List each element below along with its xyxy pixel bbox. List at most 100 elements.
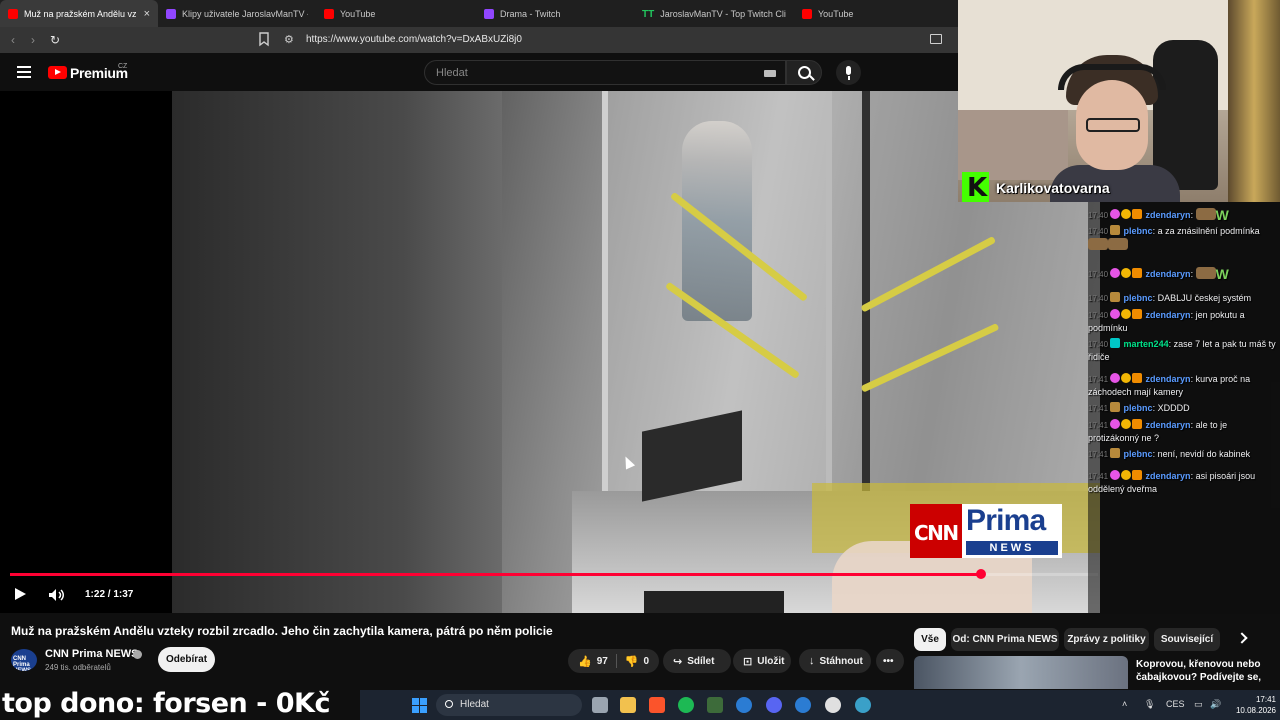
tab-label: YouTube [340,8,376,19]
chat-time: 17:40 [1088,340,1109,349]
emote-icon [1195,267,1216,279]
taskbar-search-placeholder: Hledat [460,699,489,710]
clock-date: 10.08.2026 [1235,706,1276,715]
chat-username[interactable]: marten244 [1124,339,1169,349]
reload-icon[interactable]: ↻ [45,33,65,47]
progress-fill [10,573,982,576]
channel-avatar[interactable]: CNN Prima NEWS [11,649,37,671]
chat-username[interactable]: zdendaryn [1146,269,1191,279]
progress-scrubber[interactable] [976,569,987,579]
chip-related[interactable]: Související [1154,628,1220,651]
task-view-icon[interactable] [592,697,608,713]
network-icon[interactable]: ▭ [1194,699,1203,710]
sub-badge-icon [1110,309,1121,319]
chat-time: 17:41 [1088,421,1109,430]
stream-chat: 17:40 zdendaryn: W 17:40 plebnc: a za zn… [1088,202,1280,614]
frame-dashboard [644,591,784,613]
chat-text: a za znásilnění podmínka [1157,226,1260,236]
tab-twitch-clips[interactable]: Klipy uživatele JaroslavManTV - Twit [158,0,316,27]
sub-badge-icon [1110,470,1121,480]
menu-icon[interactable] [17,66,31,78]
search-button[interactable] [786,60,822,85]
app-icon[interactable] [825,697,841,713]
volume-tray-icon[interactable]: 🔊 [1210,699,1221,710]
chat-username[interactable]: zdendaryn [1146,210,1191,220]
frame-curtain [172,91,502,613]
brave-browser-icon[interactable] [649,697,665,713]
chip-politics-news[interactable]: Zprávy z politiky [1064,628,1149,651]
more-actions-button[interactable]: ••• [876,649,904,673]
tab-youtube[interactable]: YouTube [316,0,476,27]
chat-username[interactable]: plebnc [1124,293,1153,303]
chat-username[interactable]: zdendaryn [1146,374,1191,384]
chat-time: 17:40 [1088,311,1109,320]
site-settings-icon[interactable]: ⚙ [284,33,294,46]
thumbs-down-icon[interactable]: 👎 [625,655,639,668]
microphone-icon[interactable] [836,60,861,85]
windows-start-icon[interactable] [412,698,427,713]
subscribe-button[interactable]: Odebírat [158,647,215,672]
tab-label: YouTube [818,8,854,19]
like-count[interactable]: 97 [597,656,608,667]
progress-bar[interactable] [10,569,1098,579]
app-icon[interactable] [707,697,723,713]
download-button[interactable]: ↓ Stáhnout [799,649,871,673]
sub-badge-icon [1110,419,1121,429]
chat-username[interactable]: zdendaryn [1146,310,1191,320]
input-language[interactable]: CES [1166,699,1185,709]
search-input[interactable]: Hledat [424,60,786,85]
emote-w: W [1215,266,1229,282]
chat-username[interactable]: zdendaryn [1146,420,1191,430]
back-icon[interactable]: ‹ [3,33,23,47]
save-label: Uložit [757,655,785,667]
keyboard-icon[interactable] [764,70,776,77]
tray-microphone-icon[interactable]: 🎙 [1144,699,1155,710]
channel-name[interactable]: CNN Prima NEWS [45,648,139,660]
taskbar-search[interactable]: Hledat [436,694,582,716]
chat-message: 17:41 zdendaryn: asi pisoári jsou odděle… [1088,470,1256,494]
app-icon[interactable] [855,697,871,713]
youtube-favicon-icon [802,8,812,19]
save-button[interactable]: ⊡ Uložit [733,649,791,673]
spotify-icon[interactable] [678,697,694,713]
share-button[interactable]: ↪ Sdílet [663,649,731,673]
thumbs-up-icon[interactable]: 👍 [578,655,592,668]
file-explorer-icon[interactable] [620,697,636,713]
video-player[interactable]: CNN Prima NEWS 1:22 / 1:37 [0,91,1100,613]
recommendation-title[interactable]: Koprovou, křenovou nebo čabajkovou? Podí… [1136,658,1276,684]
browser-tab-bar: Muž na pražském Andělu vztek × Klipy uži… [0,0,958,27]
volume-icon[interactable] [48,588,66,602]
tab-drama-twitch[interactable]: Drama - Twitch [476,0,634,27]
tab-top-twitch-clips[interactable]: TT JaroslavManTV - Top Twitch Clips - [634,0,794,27]
youtube-logo-icon[interactable] [48,66,67,79]
dislike-count[interactable]: 0 [643,656,649,667]
chat-username[interactable]: zdendaryn [1146,471,1191,481]
discord-icon[interactable] [766,697,782,713]
app-icon[interactable] [795,697,811,713]
bookmark-icon[interactable] [258,32,270,47]
prima-news-logo: Prima NEWS [962,504,1062,558]
chip-all[interactable]: Vše [914,628,946,651]
cast-icon[interactable] [930,34,942,44]
search-icon [445,700,453,708]
chevron-right-icon[interactable] [1236,632,1248,644]
chat-username[interactable]: plebnc [1124,226,1153,236]
taskbar-clock[interactable]: 17:41 10.08.2026 [1230,694,1276,716]
chat-username[interactable]: plebnc [1124,403,1153,413]
recommendation-thumbnail[interactable] [914,656,1128,689]
coin-badge-icon [1121,373,1132,383]
url-field[interactable]: https://www.youtube.com/watch?v=DxABxUZi… [306,34,522,45]
emote-icon [1108,238,1128,250]
tray-chevron-icon[interactable]: ˄ [1122,699,1127,709]
tab-youtube-2[interactable]: YouTube [794,0,934,27]
forward-icon[interactable]: › [23,33,43,47]
tab-youtube-video[interactable]: Muž na pražském Andělu vztek × [0,0,158,27]
chat-time: 17:40 [1088,270,1109,279]
youtube-favicon-icon [8,8,18,19]
chip-from-channel[interactable]: Od: CNN Prima NEWS [951,628,1059,651]
gift-badge-icon [1110,292,1121,302]
ccleaner-icon[interactable] [736,697,752,713]
close-tab-icon[interactable]: × [144,8,150,20]
chat-username[interactable]: plebnc [1124,449,1153,459]
play-icon[interactable] [15,588,26,600]
